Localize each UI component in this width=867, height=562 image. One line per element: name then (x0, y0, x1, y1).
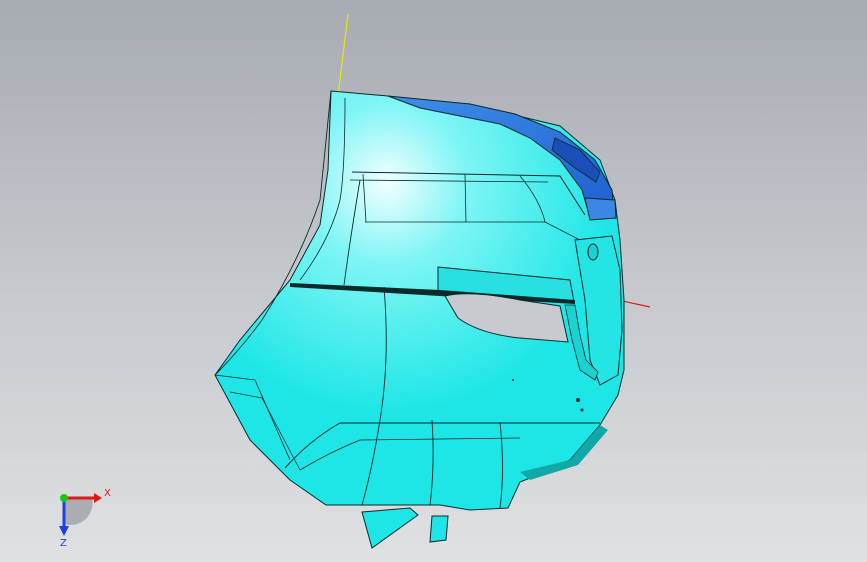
bottom-tab-right[interactable] (429, 515, 449, 543)
orientation-triad[interactable]: X Z (44, 478, 124, 548)
feature-dot (512, 379, 514, 381)
triad-shadow (64, 498, 93, 526)
origin-z-axis-line (337, 13, 349, 97)
triad-z-label: Z (60, 538, 67, 548)
triad-z-arrow (59, 526, 69, 536)
blue-clip[interactable] (584, 197, 617, 221)
triad-x-arrow (94, 493, 102, 503)
feature-dot (576, 398, 580, 402)
feature-dot (580, 408, 584, 412)
mount-hole[interactable] (587, 243, 599, 261)
bottom-tab-left[interactable] (361, 507, 419, 549)
triad-x-label: X (104, 488, 111, 499)
triad-y-axis-dot (60, 494, 68, 502)
3d-viewport[interactable]: X Z (0, 0, 867, 562)
model-canvas[interactable] (0, 0, 867, 562)
